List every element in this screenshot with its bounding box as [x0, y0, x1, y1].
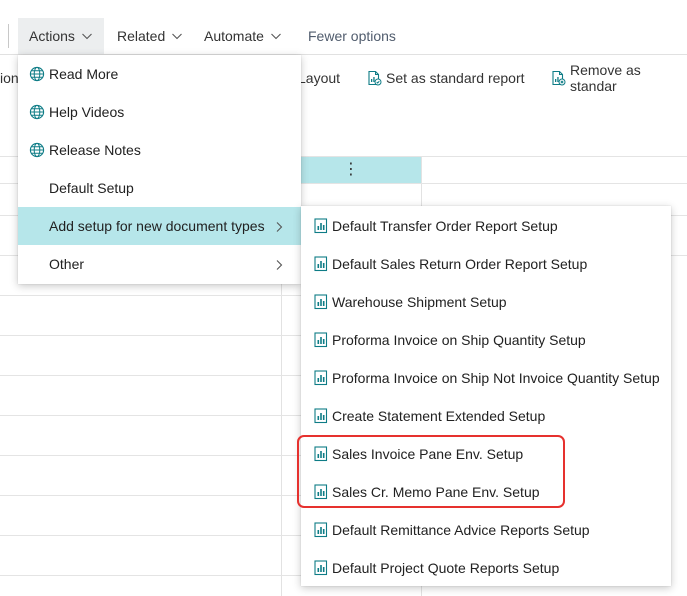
- submenu-item-proforma-invoice-ship-not-invoice-quantity-setup[interactable]: Proforma Invoice on Ship Not Invoice Qua…: [301, 359, 671, 397]
- submenu-item-default-sales-return-order-report-setup[interactable]: Default Sales Return Order Report Setup: [301, 245, 671, 283]
- submenu-item-warehouse-shipment-setup[interactable]: Warehouse Shipment Setup: [301, 283, 671, 321]
- report-icon: [314, 370, 328, 386]
- report-icon: [314, 484, 328, 500]
- menu-item-label: Other: [49, 256, 85, 272]
- fewer-options-button[interactable]: Fewer options: [297, 18, 407, 54]
- report-remove-icon: [550, 70, 566, 86]
- submenu-item-sales-invoice-pane-env-setup[interactable]: Sales Invoice Pane Env. Setup: [301, 435, 671, 473]
- report-icon: [314, 294, 328, 310]
- grid-row-line: [0, 455, 302, 456]
- submenu-item-label: Proforma Invoice on Ship Quantity Setup: [332, 332, 586, 348]
- submenu-item-create-statement-extended-setup[interactable]: Create Statement Extended Setup: [301, 397, 671, 435]
- menu-item-label: Add setup for new document types: [49, 218, 265, 234]
- submenu-item-label: Proforma Invoice on Ship Not Invoice Qua…: [332, 370, 660, 386]
- submenu-item-label: Warehouse Shipment Setup: [332, 294, 507, 310]
- related-menu-button[interactable]: Related: [106, 18, 194, 54]
- clipped-toolbar-label: ion: [0, 70, 19, 86]
- report-icon: [314, 332, 328, 348]
- more-options-icon[interactable]: ⋮: [343, 159, 359, 181]
- report-check-icon: [366, 70, 382, 86]
- menu-item-label: Read More: [49, 66, 119, 82]
- related-menu-label: Related: [117, 28, 166, 44]
- submenu-item-sales-cr-memo-pane-env-setup[interactable]: Sales Cr. Memo Pane Env. Setup: [301, 473, 671, 511]
- chevron-down-icon: [81, 30, 93, 42]
- submenu-item-label: Default Sales Return Order Report Setup: [332, 256, 588, 272]
- submenu-item-label: Sales Cr. Memo Pane Env. Setup: [332, 484, 540, 500]
- actions-dropdown-menu: Read More Help Videos Release Notes Defa…: [18, 55, 301, 284]
- menu-item-add-setup-new-document-types[interactable]: Add setup for new document types: [18, 207, 301, 245]
- chevron-down-icon: [270, 30, 282, 42]
- remove-standard-report-label: Remove as standar: [570, 62, 641, 94]
- clipped-toolbar-action[interactable]: ion: [0, 66, 19, 90]
- menu-item-other[interactable]: Other: [18, 245, 301, 283]
- chevron-down-icon: [171, 30, 183, 42]
- chevron-right-icon: [274, 220, 284, 232]
- menu-item-release-notes[interactable]: Release Notes: [18, 131, 301, 169]
- submenu-item-label: Sales Invoice Pane Env. Setup: [332, 446, 524, 462]
- layout-button[interactable]: Layout: [298, 66, 340, 90]
- submenu-item-default-project-quote-reports-setup[interactable]: Default Project Quote Reports Setup: [301, 549, 671, 587]
- chevron-right-icon: [274, 258, 284, 270]
- grid-row-line: [0, 495, 302, 496]
- menu-item-label: Release Notes: [49, 142, 141, 158]
- grid-row-line: [0, 295, 302, 296]
- add-setup-submenu: Default Transfer Order Report Setup Defa…: [301, 206, 671, 586]
- grid-row-line: [0, 335, 302, 336]
- set-standard-report-button[interactable]: Set as standard report: [366, 66, 525, 90]
- automate-menu-label: Automate: [204, 28, 264, 44]
- report-icon: [314, 408, 328, 424]
- automate-menu-button[interactable]: Automate: [193, 18, 293, 54]
- grid-row-line: [0, 415, 302, 416]
- globe-icon: [29, 104, 45, 120]
- submenu-item-default-transfer-order-report-setup[interactable]: Default Transfer Order Report Setup: [301, 207, 671, 245]
- remove-standard-report-button[interactable]: Remove as standar: [550, 62, 687, 94]
- grid-row-line: [0, 375, 302, 376]
- submenu-item-label: Create Statement Extended Setup: [332, 408, 546, 424]
- fewer-options-label: Fewer options: [308, 28, 396, 44]
- menu-item-default-setup[interactable]: Default Setup: [18, 169, 301, 207]
- action-bar: Actions Related Automate Fewer options: [0, 0, 687, 55]
- report-icon: [314, 446, 328, 462]
- menu-item-help-videos[interactable]: Help Videos: [18, 93, 301, 131]
- layout-label: Layout: [298, 70, 341, 86]
- globe-icon: [29, 142, 45, 158]
- report-icon: [314, 256, 328, 272]
- menu-item-label: Help Videos: [49, 104, 125, 120]
- globe-icon: [29, 66, 45, 82]
- actions-menu-label: Actions: [29, 28, 75, 44]
- submenu-item-label: Default Remittance Advice Reports Setup: [332, 522, 590, 538]
- submenu-item-default-remittance-advice-reports-setup[interactable]: Default Remittance Advice Reports Setup: [301, 511, 671, 549]
- grid-row-line: [0, 535, 302, 536]
- set-standard-report-label: Set as standard report: [386, 70, 525, 86]
- grid-row-line: [0, 575, 302, 576]
- report-icon: [314, 218, 328, 234]
- actions-menu-button[interactable]: Actions: [18, 18, 104, 54]
- report-icon: [314, 560, 328, 576]
- submenu-item-label: Default Project Quote Reports Setup: [332, 560, 560, 576]
- menu-item-label: Default Setup: [49, 180, 134, 196]
- action-bar-divider: [8, 24, 9, 48]
- submenu-item-label: Default Transfer Order Report Setup: [332, 218, 558, 234]
- submenu-item-proforma-invoice-ship-quantity-setup[interactable]: Proforma Invoice on Ship Quantity Setup: [301, 321, 671, 359]
- report-icon: [314, 522, 328, 538]
- menu-item-read-more[interactable]: Read More: [18, 55, 301, 93]
